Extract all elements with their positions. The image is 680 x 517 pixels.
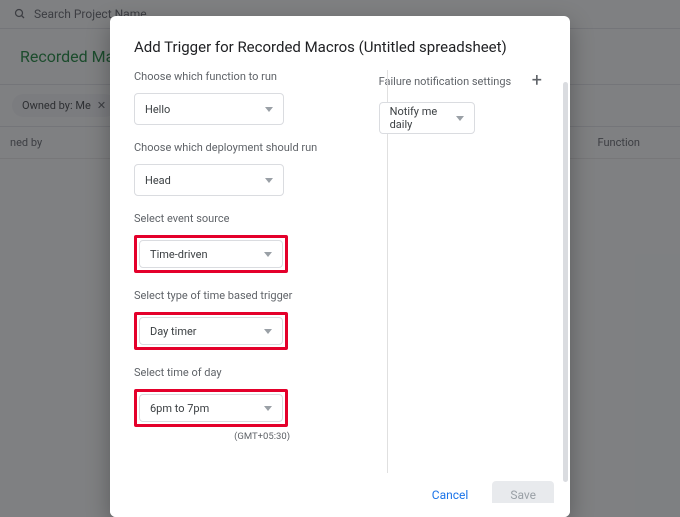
trigger-type-label: Select type of time based trigger	[134, 289, 343, 302]
highlight-box: 6pm to 7pm	[134, 389, 288, 427]
chevron-down-icon	[265, 178, 273, 183]
event-source-field: Select event source Time-driven	[134, 212, 343, 273]
deployment-value: Head	[145, 174, 171, 187]
chevron-down-icon	[264, 406, 272, 411]
function-select[interactable]: Hello	[134, 93, 284, 125]
event-source-value: Time-driven	[150, 248, 208, 261]
dialog-title: Add Trigger for Recorded Macros (Untitle…	[110, 16, 570, 70]
notify-select[interactable]: Notify me daily	[379, 102, 475, 134]
highlight-box: Time-driven	[134, 235, 288, 273]
trigger-type-select[interactable]: Day timer	[139, 317, 283, 345]
left-column: Choose which function to run Hello Choos…	[134, 70, 361, 473]
trigger-type-field: Select type of time based trigger Day ti…	[134, 289, 343, 350]
function-value: Hello	[145, 103, 170, 116]
notify-value: Notify me daily	[390, 105, 456, 131]
chevron-down-icon	[265, 107, 273, 112]
add-trigger-dialog: Add Trigger for Recorded Macros (Untitle…	[110, 16, 570, 517]
right-column: Failure notification settings + Notify m…	[361, 70, 546, 473]
chevron-down-icon	[264, 252, 272, 257]
time-of-day-value: 6pm to 7pm	[150, 402, 209, 415]
deployment-label: Choose which deployment should run	[134, 141, 343, 154]
footer-fade	[110, 503, 570, 517]
chevron-down-icon	[264, 329, 272, 334]
deployment-field: Choose which deployment should run Head	[134, 141, 343, 196]
time-of-day-field: Select time of day 6pm to 7pm (GMT+05:30…	[134, 366, 343, 442]
trigger-type-value: Day timer	[150, 325, 197, 338]
scrollbar[interactable]	[563, 82, 568, 482]
time-of-day-select[interactable]: 6pm to 7pm	[139, 394, 283, 422]
dialog-body: Choose which function to run Hello Choos…	[110, 70, 570, 473]
add-notification-button[interactable]: +	[528, 70, 546, 92]
highlight-box: Day timer	[134, 312, 288, 350]
function-label: Choose which function to run	[134, 70, 343, 83]
function-field: Choose which function to run Hello	[134, 70, 343, 125]
event-source-label: Select event source	[134, 212, 343, 225]
notify-label: Failure notification settings	[379, 75, 512, 88]
deployment-select[interactable]: Head	[134, 164, 284, 196]
event-source-select[interactable]: Time-driven	[139, 240, 283, 268]
chevron-down-icon	[456, 116, 464, 121]
timezone-text: (GMT+05:30)	[134, 431, 290, 442]
time-of-day-label: Select time of day	[134, 366, 343, 379]
notify-header: Failure notification settings +	[379, 70, 546, 92]
